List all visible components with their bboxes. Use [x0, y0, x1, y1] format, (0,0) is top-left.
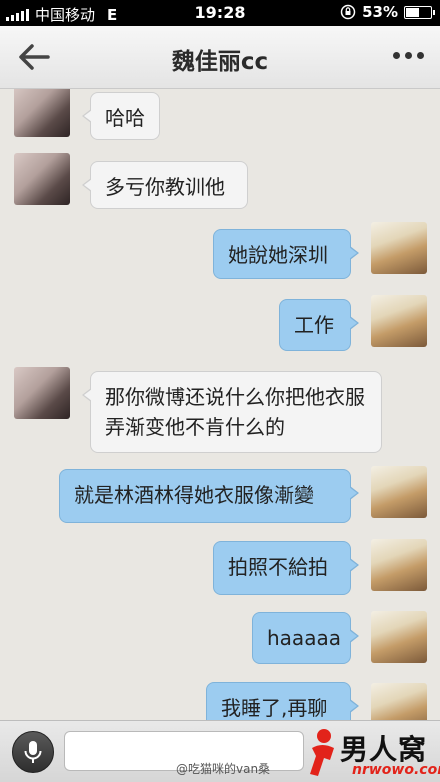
- message-bubble-outgoing[interactable]: haaaaa: [252, 612, 359, 664]
- my-avatar[interactable]: [371, 611, 427, 663]
- message-bubble-incoming[interactable]: 那你微博还说什么你把他衣服弄渐变他不肯什么的: [82, 371, 382, 453]
- contact-avatar[interactable]: [14, 153, 70, 205]
- message-list[interactable]: 哈哈 多亏你教训他 她說她深圳 工作 那你微博还说什么你把他衣服弄渐变他不肯什么…: [0, 89, 440, 720]
- my-avatar[interactable]: [371, 295, 427, 347]
- logo-url: nrwowo.com: [352, 762, 440, 778]
- battery-icon: [404, 5, 435, 19]
- weibo-watermark: @吃猫咪的van桑: [176, 762, 271, 776]
- message-bubble-outgoing[interactable]: 拍照不給拍: [213, 541, 359, 595]
- message-bubble-outgoing[interactable]: 就是林酒林得她衣服像漸變: [59, 469, 359, 523]
- microphone-icon[interactable]: [12, 731, 54, 773]
- my-avatar[interactable]: [371, 222, 427, 274]
- message-bubble-incoming[interactable]: 哈哈: [82, 92, 160, 140]
- message-bubble-outgoing[interactable]: 她說她深圳: [213, 229, 359, 279]
- more-dots-icon[interactable]: [393, 52, 424, 59]
- message-bubble-outgoing[interactable]: 工作: [279, 299, 359, 351]
- rotation-lock-icon: [340, 4, 356, 20]
- chat-header: 魏佳丽cc: [0, 26, 440, 89]
- contact-avatar[interactable]: [14, 367, 70, 419]
- site-logo: 男人窝 nrwowo.com: [300, 724, 440, 781]
- message-bubble-outgoing[interactable]: 我睡了,再聊: [206, 682, 359, 720]
- message-bubble-incoming[interactable]: 多亏你教训他: [82, 161, 248, 209]
- chat-title: 魏佳丽cc: [171, 49, 269, 75]
- my-avatar[interactable]: [371, 539, 427, 591]
- status-bar: 中国移动 E 19:28 53%: [0, 0, 440, 26]
- my-avatar[interactable]: [371, 466, 427, 518]
- my-avatar[interactable]: [371, 683, 427, 720]
- contact-avatar[interactable]: [14, 89, 70, 137]
- battery-percent: 53%: [362, 3, 398, 21]
